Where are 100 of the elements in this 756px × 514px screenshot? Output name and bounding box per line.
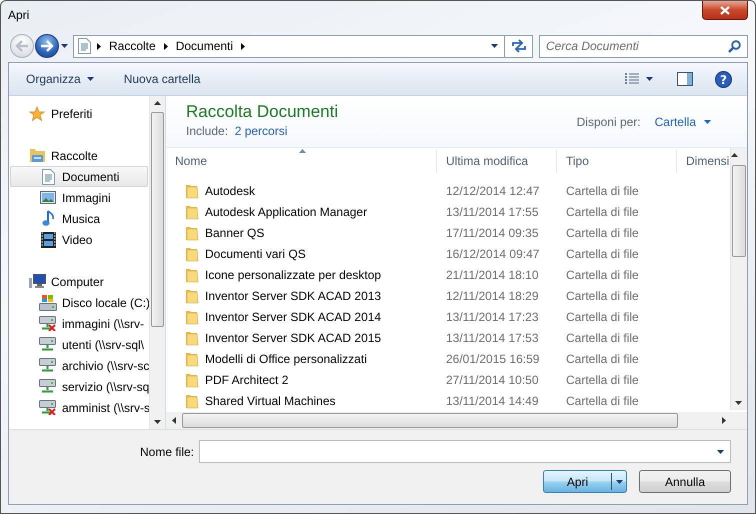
scroll-down-arrow-icon[interactable] — [154, 420, 161, 424]
file-name[interactable]: Inventor Server SDK ACAD 2014 — [205, 310, 382, 324]
close-button[interactable] — [702, 1, 748, 20]
address-caret-icon — [491, 44, 498, 48]
type-cell-text: Cartella di file — [565, 204, 640, 218]
sidebar-item[interactable]: Preferiti — [10, 103, 148, 124]
type-cell-text: Cartella di file — [565, 288, 640, 302]
file-name[interactable]: Modelli di Office personalizzati — [205, 352, 367, 366]
folder-icon — [185, 308, 199, 324]
date-cell-text: 13/11/2014 17:53 — [445, 330, 540, 344]
breadcrumb-arrow-icon — [164, 42, 168, 50]
file-name[interactable]: PDF Architect 2 — [205, 372, 288, 386]
breadcrumb-arrow-icon — [241, 42, 246, 50]
sidebar-item[interactable]: Video — [10, 229, 148, 250]
computer-icon — [28, 274, 46, 289]
network-drive-icon — [39, 379, 57, 394]
menu-button[interactable]: Organizza — [19, 69, 101, 89]
type-cell-text: Cartella di file — [565, 226, 640, 240]
type-cell-text: Cartella di file — [565, 310, 640, 324]
back-arrow-icon — [15, 40, 29, 52]
folder-icon — [185, 392, 199, 408]
filename-field[interactable] — [199, 440, 732, 463]
type-cell-text: Cartella di file — [565, 268, 640, 282]
file-name[interactable]: Icone personalizzate per desktop — [205, 268, 382, 282]
sort-arrow-icon — [298, 149, 306, 153]
folder-icon — [185, 288, 199, 304]
sidebar-item[interactable]: Documenti — [10, 166, 148, 187]
caret-icon — [616, 480, 622, 484]
type-cell-text: Cartella di file — [565, 184, 640, 198]
file-name[interactable]: Documenti vari QS — [205, 246, 306, 260]
hard-drive-icon — [39, 294, 57, 311]
history-caret-icon — [61, 44, 68, 48]
sidebar-item[interactable]: archivio (\\srv-sc — [10, 355, 148, 376]
file-name[interactable]: Inventor Server SDK ACAD 2015 — [205, 330, 382, 344]
date-cell-text: 13/11/2014 14:49 — [445, 394, 540, 408]
date-cell-text: 16/12/2014 09:47 — [445, 246, 540, 260]
disconnected-drive-icon — [39, 400, 57, 415]
type-cell-text: Cartella di file — [565, 352, 640, 366]
file-name[interactable]: Autodesk — [205, 184, 256, 198]
vertical-scrollbar[interactable] — [149, 96, 165, 429]
file-name[interactable]: Banner QS — [205, 226, 264, 240]
window-title: Apri — [8, 8, 30, 22]
caret-icon — [86, 77, 94, 81]
date-cell-text: 27/11/2014 10:50 — [445, 372, 540, 386]
folder-icon — [185, 204, 199, 220]
date-cell-text: 26/01/2015 16:59 — [445, 352, 540, 366]
file-name[interactable]: Shared Virtual Machines — [205, 394, 336, 408]
refresh-arrows-icon — [510, 39, 526, 53]
folder-icon — [185, 266, 199, 282]
sidebar-item[interactable]: Computer — [10, 271, 148, 292]
sidebar-item[interactable]: servizio (\\srv-sq — [10, 376, 148, 397]
file-name[interactable]: Inventor Server SDK ACAD 2013 — [205, 288, 382, 302]
arrange-dropdown[interactable]: Cartella — [654, 115, 711, 129]
sidebar-item[interactable]: Musica — [10, 208, 148, 229]
preview-pane-icon — [677, 72, 693, 86]
toolbar-button[interactable]: Nuova cartella — [116, 69, 208, 89]
breadcrumb[interactable]: Documenti — [174, 39, 236, 53]
open-split-button[interactable]: Apri — [543, 470, 627, 493]
column-header[interactable]: Nome — [166, 149, 437, 173]
column-header[interactable]: Ultima modifica — [437, 149, 557, 173]
sidebar-item[interactable]: utenti (\\srv-sql\ — [10, 334, 148, 355]
forward-button[interactable] — [35, 34, 59, 58]
search-field[interactable]: Cerca Documenti — [539, 34, 748, 58]
breadcrumb-arrow-icon — [97, 42, 101, 50]
cancel-button[interactable]: Annulla — [639, 470, 731, 493]
document-icon — [42, 168, 54, 184]
help-icon: ? — [715, 70, 732, 88]
vertical-scrollbar[interactable] — [730, 148, 747, 410]
sidebar-item[interactable]: Disco locale (C:) — [10, 292, 148, 313]
column-header[interactable]: Tipo — [557, 149, 677, 173]
help-button[interactable]: ? — [710, 68, 737, 90]
type-cell-text: Cartella di file — [565, 246, 640, 260]
breadcrumb[interactable]: Raccolte — [107, 39, 158, 53]
caret-icon — [704, 120, 711, 124]
date-cell-text: 12/12/2014 12:47 — [445, 184, 540, 198]
folder-icon — [185, 182, 199, 198]
include-link[interactable]: 2 percorsi — [234, 124, 288, 138]
close-icon — [720, 6, 730, 14]
search-icon — [728, 40, 741, 52]
folder-icon — [185, 330, 199, 346]
sidebar-item[interactable]: Raccolte — [10, 145, 148, 166]
date-cell-text: 12/11/2014 18:29 — [445, 288, 540, 302]
scroll-up-arrow-icon[interactable] — [154, 101, 161, 105]
picture-icon — [40, 191, 56, 204]
folder-icon — [185, 224, 199, 240]
scroll-right-arrow-icon[interactable] — [722, 417, 726, 424]
address-bar[interactable]: Raccolte Documenti — [73, 34, 505, 58]
film-strip-icon — [40, 232, 56, 248]
sidebar-item[interactable]: immagini (\\srv- — [10, 313, 148, 334]
horizontal-scrollbar[interactable] — [166, 412, 747, 429]
sidebar-item[interactable]: Immagini — [10, 187, 148, 208]
refresh-button[interactable] — [505, 34, 533, 58]
scroll-left-arrow-icon[interactable] — [172, 417, 176, 424]
disconnected-drive-icon — [39, 316, 57, 331]
filename-label: Nome file: — [140, 444, 194, 458]
scroll-down-arrow-icon[interactable] — [735, 401, 742, 405]
date-cell-text: 17/11/2014 09:35 — [445, 226, 540, 240]
network-drive-icon — [39, 337, 57, 352]
file-name[interactable]: Autodesk Application Manager — [205, 204, 368, 218]
scroll-up-arrow-icon[interactable] — [731, 153, 738, 157]
